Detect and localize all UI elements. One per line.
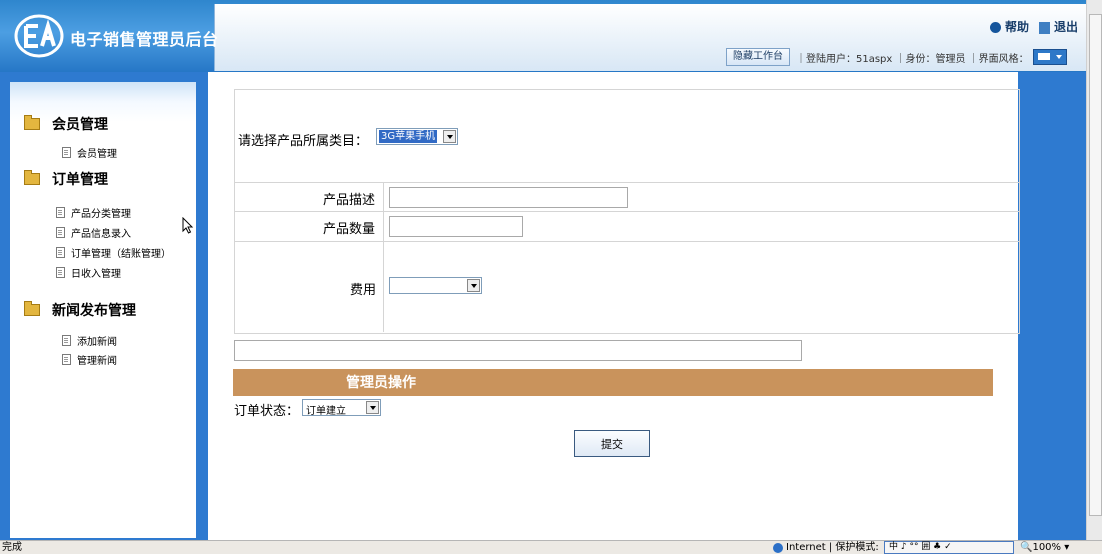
help-link[interactable]: 帮助 (989, 18, 1029, 35)
scrollbar-thumb[interactable] (1089, 14, 1102, 516)
sidebar-item-order-manage[interactable]: 订单管理（结账管理） (56, 245, 171, 260)
category-selected-value: 3G苹果手机 (379, 130, 438, 143)
sidebar-item-label: 产品信息录入 (71, 229, 131, 240)
quantity-label: 产品数量 (323, 222, 376, 237)
form-divider (234, 211, 1019, 212)
section-label: 新闻发布管理 (52, 303, 136, 319)
sidebar-item-label: 管理新闻 (77, 356, 117, 367)
user-bar: 隐藏工作台 ｜登陆用户：51aspx ｜身份：管理员 ｜界面风格： (726, 48, 1067, 66)
document-icon (62, 147, 71, 158)
zoom-value: 100% (1032, 542, 1062, 553)
document-icon (56, 227, 65, 238)
status-bar: 完成 Internet | 保护模式: 中 ♪ °° 囲 ♣ ✓ 🔍100% ▾ (0, 540, 1102, 554)
document-icon (62, 335, 71, 346)
globe-icon (773, 542, 783, 553)
sidebar-item-member-manage[interactable]: 会员管理 (62, 145, 117, 160)
logo-icon (14, 14, 64, 58)
section-label: 订单管理 (52, 172, 108, 188)
help-icon (989, 22, 1001, 33)
ime-toolbar[interactable]: 中 ♪ °° 囲 ♣ ✓ (884, 541, 1014, 554)
quantity-input[interactable] (389, 216, 523, 237)
security-zone[interactable]: Internet | 保护模式: (773, 541, 879, 554)
chevron-down-icon (366, 401, 379, 414)
submit-button[interactable]: 提交 (574, 430, 650, 457)
zone-label: Internet | 保护模式: (786, 542, 879, 553)
exit-icon (1038, 21, 1050, 34)
vertical-scrollbar[interactable] (1086, 0, 1102, 540)
sidebar-section-order[interactable]: 订单管理 (24, 169, 108, 189)
help-label: 帮助 (1004, 20, 1029, 34)
sidebar-item-label: 订单管理（结账管理） (71, 249, 171, 260)
document-icon (56, 207, 65, 218)
description-input[interactable] (389, 187, 628, 208)
folder-icon (24, 115, 40, 130)
window-icon (1037, 53, 1050, 60)
chevron-down-icon (467, 279, 480, 292)
folder-icon (24, 170, 40, 185)
sidebar-item-label: 日收入管理 (71, 269, 121, 280)
sidebar-item-daily-income[interactable]: 日收入管理 (56, 265, 121, 280)
chevron-down-icon (1055, 55, 1062, 59)
sidebar-item-add-news[interactable]: 添加新闻 (62, 333, 117, 348)
sidebar-section-member[interactable]: 会员管理 (24, 114, 108, 134)
description-label: 产品描述 (323, 193, 376, 208)
logout-link[interactable]: 退出 (1038, 18, 1078, 35)
status-text: 完成 (2, 542, 22, 553)
right-frame (1018, 72, 1086, 540)
sidebar-item-label: 会员管理 (77, 149, 117, 160)
user-info: ｜登陆用户：51aspx ｜身份：管理员 ｜界面风格： (796, 53, 1029, 65)
order-status-select[interactable]: 订单建立 (302, 399, 381, 417)
category-label: 请选择产品所属类目： (238, 134, 369, 149)
sidebar-item-label: 产品分类管理 (71, 209, 131, 220)
document-icon (56, 267, 65, 278)
theme-style-dropdown[interactable] (1032, 49, 1067, 65)
cost-select[interactable] (389, 277, 482, 294)
top-links: 帮助 退出 (989, 18, 1078, 35)
chevron-down-icon (443, 130, 456, 143)
section-label: 会员管理 (52, 117, 108, 133)
form-divider (234, 182, 1019, 183)
sidebar-section-news[interactable]: 新闻发布管理 (24, 300, 136, 320)
admin-ops-title: 管理员操作 (346, 375, 416, 391)
order-status-value: 订单建立 (306, 406, 346, 417)
ime-label: 中 ♪ °° 囲 ♣ ✓ (889, 542, 952, 552)
form-divider (383, 182, 384, 332)
category-select[interactable]: 3G苹果手机 (376, 128, 458, 145)
sidebar: 会员管理 会员管理 订单管理 产品分类管理 产品信息录入 订单管理（结账管理） … (10, 82, 196, 538)
cost-label: 费用 (350, 283, 377, 298)
document-icon (62, 354, 71, 365)
form-divider (234, 241, 1019, 242)
hide-workbench-button[interactable]: 隐藏工作台 (726, 48, 790, 66)
order-status-label: 订单状态： (234, 404, 300, 419)
zoom-level[interactable]: 🔍100% ▾ (1020, 541, 1069, 554)
sidebar-item-manage-news[interactable]: 管理新闻 (62, 352, 117, 367)
folder-icon (24, 301, 40, 316)
extra-input[interactable] (234, 340, 802, 361)
mouse-cursor-icon (182, 217, 194, 234)
document-icon (56, 247, 65, 258)
sidebar-item-category-manage[interactable]: 产品分类管理 (56, 205, 131, 220)
sidebar-item-product-entry[interactable]: 产品信息录入 (56, 225, 131, 240)
logout-label: 退出 (1053, 20, 1078, 34)
sidebar-item-label: 添加新闻 (77, 337, 117, 348)
app-title: 电子销售管理员后台 (70, 30, 219, 49)
